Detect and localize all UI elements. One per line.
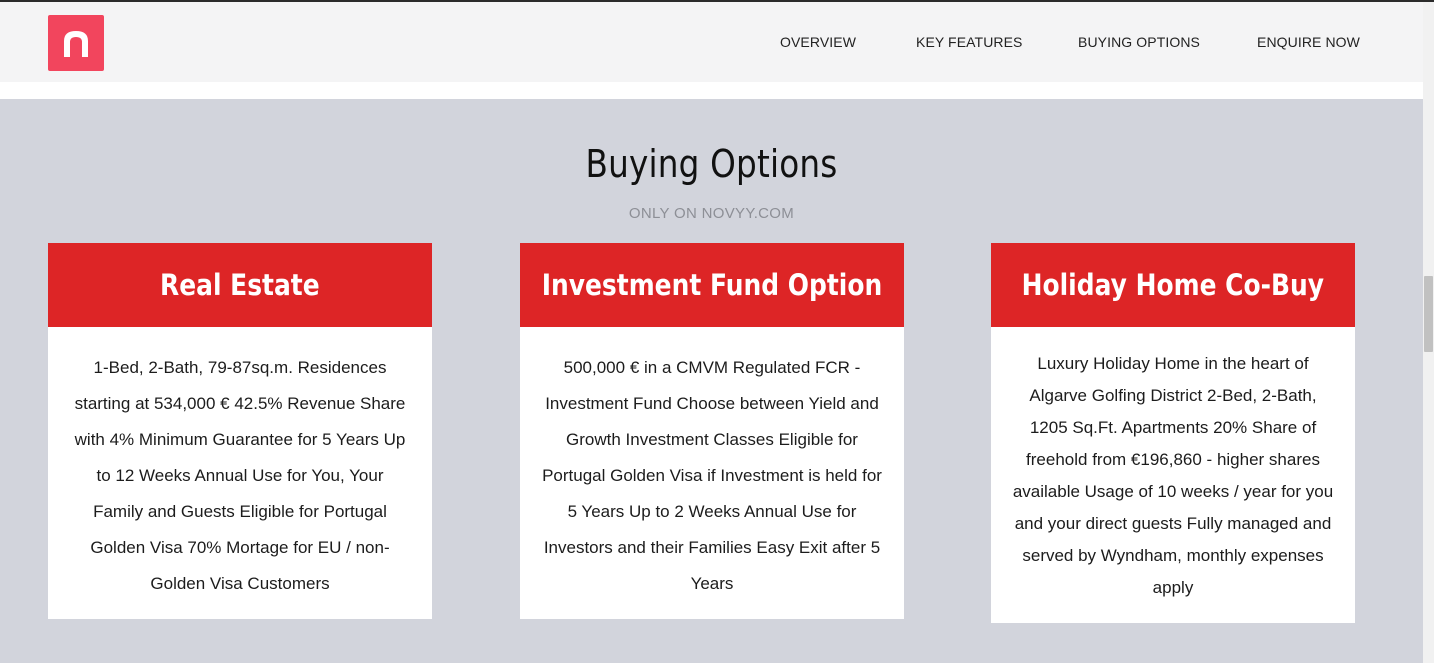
card-title: Holiday Home Co-Buy <box>1021 268 1325 302</box>
header-divider-strip <box>0 82 1423 99</box>
buying-option-card-investment-fund: Investment Fund Option 500,000 € in a CM… <box>520 243 904 619</box>
nav-key-features-link[interactable]: KEY FEATURES <box>916 34 1023 50</box>
section-title: Buying Options <box>585 142 838 186</box>
page-scrollbar-thumb[interactable] <box>1424 276 1433 352</box>
n-glyph-icon <box>64 31 88 57</box>
card-header: Real Estate <box>48 243 432 327</box>
nav-enquire-now-link[interactable]: ENQUIRE NOW <box>1257 34 1360 50</box>
card-title: Investment Fund Option <box>541 268 883 302</box>
buying-option-card-real-estate: Real Estate 1-Bed, 2-Bath, 79-87sq.m. Re… <box>48 243 432 619</box>
card-description: Luxury Holiday Home in the heart of Alga… <box>1012 354 1334 597</box>
nav-buying-options-link[interactable]: BUYING OPTIONS <box>1078 34 1200 50</box>
site-header: OVERVIEW KEY FEATURES BUYING OPTIONS ENQ… <box>0 2 1423 82</box>
section-subtitle: ONLY ON NOVYY.COM <box>628 205 795 222</box>
card-title: Real Estate <box>160 268 320 302</box>
card-header: Investment Fund Option <box>520 243 904 327</box>
card-header: Holiday Home Co-Buy <box>991 243 1355 327</box>
card-description: 1-Bed, 2-Bath, 79-87sq.m. Residences sta… <box>74 358 406 593</box>
card-description: 500,000 € in a CMVM Regulated FCR - Inve… <box>542 358 882 593</box>
nav-overview-link[interactable]: OVERVIEW <box>780 34 856 50</box>
novyy-logo-icon[interactable] <box>48 15 104 71</box>
buying-option-card-holiday-home: Holiday Home Co-Buy Luxury Holiday Home … <box>991 243 1355 623</box>
